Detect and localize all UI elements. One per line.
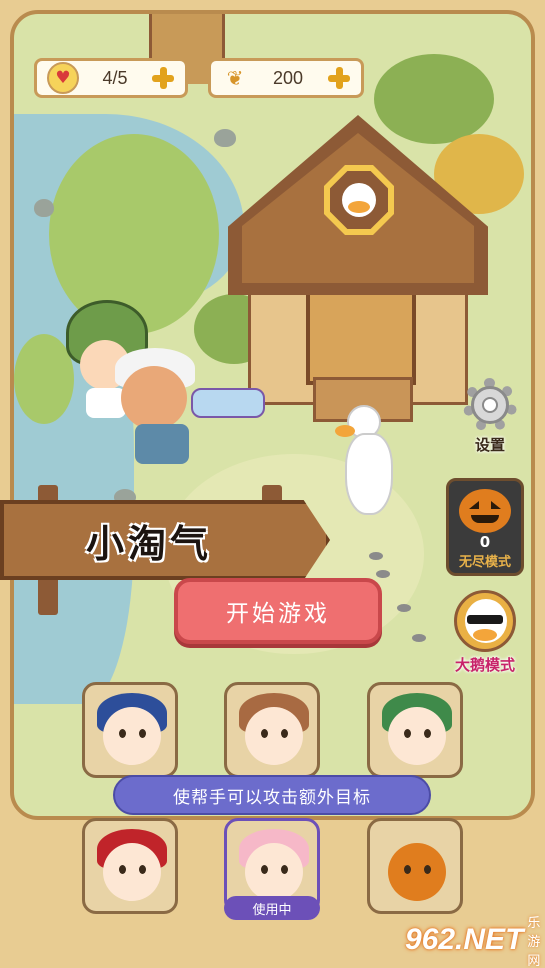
- settings-label: 设置: [474, 436, 505, 454]
- heart-icon: ♥: [47, 62, 79, 94]
- watermark-sub: 乐游网: [527, 915, 541, 968]
- big-goose-label: 大鹅模式: [454, 656, 515, 674]
- goose-icon: [342, 183, 376, 217]
- helper-card-flower-girl[interactable]: [224, 682, 320, 778]
- gear-icon: [463, 378, 517, 432]
- settings-button[interactable]: 设置: [455, 378, 525, 455]
- in-use-badge: 使用中: [224, 896, 320, 920]
- helper-card-dino-hood-kid[interactable]: [367, 682, 463, 778]
- game-screen: ♥ 4/5 ❦ 200 设置 0 无尽模式 大鹅模式 小淘气 开始游戏 使帮手可…: [0, 0, 545, 968]
- pumpkin-icon: [459, 489, 511, 533]
- grass-island: [14, 334, 74, 424]
- endless-label: 无尽模式: [458, 555, 511, 570]
- endless-mode-button[interactable]: 0 无尽模式: [446, 478, 524, 576]
- helper-card-reindeer-girl[interactable]: [82, 818, 178, 914]
- start-game-label: 开始游戏: [226, 601, 330, 627]
- path-stone: [412, 634, 426, 642]
- level-sign: 小淘气: [0, 500, 330, 580]
- add-lives-button[interactable]: [151, 66, 175, 90]
- start-game-button[interactable]: 开始游戏: [174, 578, 382, 644]
- add-wheat-button[interactable]: [327, 66, 351, 90]
- lives-value: 4/5: [102, 67, 128, 88]
- wheat-value: 200: [272, 67, 304, 88]
- site-watermark: 962.NET 乐游网: [405, 912, 545, 968]
- goose-house: [228, 115, 488, 425]
- helper-skill-tooltip: 使帮手可以攻击额外目标: [113, 775, 431, 815]
- path-stone: [397, 604, 411, 612]
- endless-count: 0: [479, 533, 491, 551]
- helper-card-pumpkin-head[interactable]: [367, 818, 463, 914]
- level-name: 小淘气: [86, 521, 213, 566]
- big-goose-mode-button[interactable]: 大鹅模式: [440, 590, 530, 675]
- rock: [34, 199, 54, 217]
- lives-counter: ♥ 4/5: [34, 58, 188, 98]
- wheat-counter: ❦ 200: [208, 58, 364, 98]
- water-gun-kid: [115, 348, 265, 478]
- goose[interactable]: [335, 405, 395, 515]
- path-stone: [376, 570, 390, 578]
- helper-card-blue-hair-boy[interactable]: [82, 682, 178, 778]
- wheat-icon: ❦: [226, 66, 244, 90]
- water-gun: [191, 388, 265, 418]
- cool-goose-icon: [454, 590, 516, 652]
- path-stone: [369, 552, 383, 560]
- goose-house-badge[interactable]: [324, 165, 394, 235]
- watermark-brand: 962.NET: [405, 923, 524, 956]
